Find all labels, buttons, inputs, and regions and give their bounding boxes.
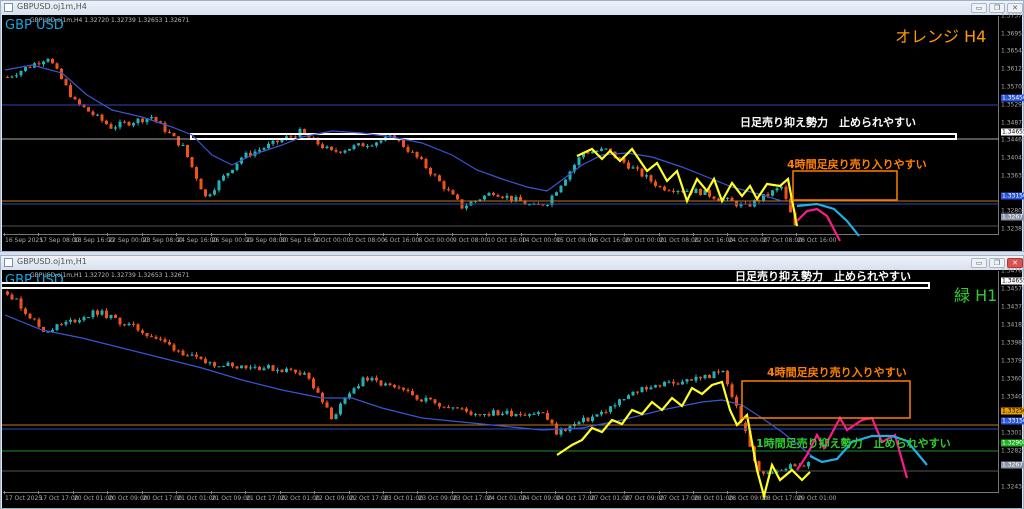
window-title: GBPUSD.oj1m,H4 <box>17 2 87 11</box>
chart-window-h4[interactable]: GBPUSD.oj1m,H4 ▭ ❐ ✕ GBPUSD.oj1m,H4 1.32… <box>0 0 1024 252</box>
close-button[interactable]: ✕ <box>1007 3 1023 13</box>
daily-resistance-label: 日足売り抑え勢力 止められやすい <box>740 116 916 129</box>
restore-button[interactable]: ❐ <box>989 258 1005 268</box>
daily-resistance-label: 日足売り抑え勢力 止められやすい <box>735 270 911 283</box>
h4-pullback-zone <box>792 170 898 201</box>
timeframe-label: 緑 H1 <box>954 286 998 305</box>
chart-canvas[interactable]: GBPUSD.oj1m,H4 1.32720 1.32739 1.32653 1… <box>2 13 1024 251</box>
chart-window-h1[interactable]: GBPUSD.oj1m,H1 ▭ ❐ ✕ GBPUSD.oj1m,H1 1.32… <box>0 255 1024 509</box>
projection-magenta <box>796 207 841 242</box>
timeframe-label: オレンジ H4 <box>895 27 987 46</box>
restore-button[interactable]: ❐ <box>989 3 1005 13</box>
zigzag-line <box>576 147 799 227</box>
annotation-layer <box>2 282 999 501</box>
h4-pullback-label: 4時間足戻り売り入りやすい <box>767 366 907 379</box>
window-title: GBPUSD.oj1m,H1 <box>17 257 87 266</box>
annotation-layer <box>2 64 999 242</box>
minimize-button[interactable]: ▭ <box>971 3 987 13</box>
minimize-button[interactable]: ▭ <box>971 258 987 268</box>
chart-window-icon <box>4 3 13 12</box>
h4-pullback-zone <box>741 380 911 419</box>
chart-window-icon <box>4 258 13 267</box>
moving-average-line <box>4 314 818 461</box>
h1-resistance-label: 1時間足売り抑え勢力 止められやすい <box>756 437 951 450</box>
close-button[interactable]: ✕ <box>1007 258 1023 268</box>
title-bar[interactable]: GBPUSD.oj1m,H4 ▭ ❐ ✕ <box>1 1 1023 15</box>
chart-canvas[interactable]: GBPUSD.oj1m,H1 1.32720 1.32739 1.32653 1… <box>2 268 1024 508</box>
h4-pullback-label: 4時間足戻り売り入りやすい <box>787 158 927 171</box>
